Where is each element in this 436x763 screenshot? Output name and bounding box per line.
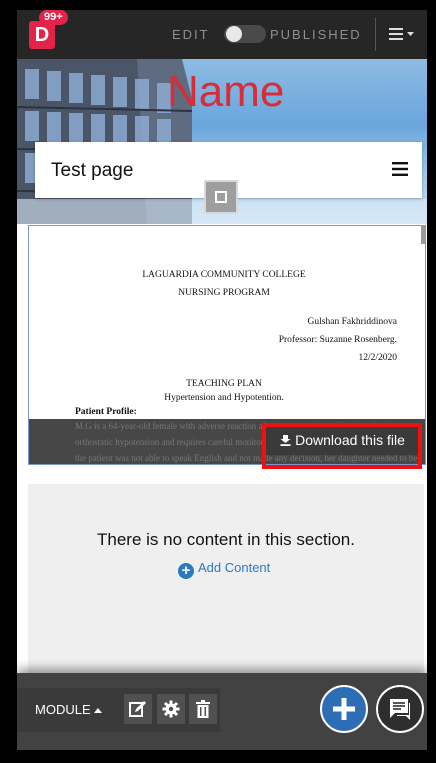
doc-subheading: Hypertension and Hypotention. (164, 393, 284, 403)
caret-up-icon (94, 708, 103, 713)
module-controls: MODULE (17, 688, 220, 732)
document-scrollbar[interactable] (421, 226, 425, 244)
module-settings-button[interactable] (157, 694, 185, 724)
doc-date: 12/2/2020 (358, 353, 397, 363)
doc-author: Gulshan Fakhriddinova (307, 317, 397, 327)
move-section-handle[interactable] (204, 180, 238, 214)
plus-circle-icon: + (178, 563, 194, 579)
main-menu-button[interactable] (387, 24, 417, 44)
top-bar: D 99+ EDIT PUBLISHED (17, 10, 427, 59)
app-screen: D 99+ EDIT PUBLISHED Name Test page LAGU… (17, 10, 427, 750)
edit-icon (129, 701, 146, 717)
drag-icon (215, 191, 227, 203)
empty-section-message: There is no content in this section. (97, 530, 355, 549)
chat-button[interactable] (376, 685, 424, 733)
toggle-knob (226, 26, 242, 42)
notification-badge[interactable]: 99+ (39, 10, 68, 25)
app-logo[interactable]: D (29, 21, 55, 49)
download-highlight-box (262, 423, 422, 469)
page-menu-icon[interactable] (392, 162, 408, 181)
doc-program: NURSING PROGRAM (178, 288, 270, 298)
module-label: MODULE (35, 702, 91, 717)
delete-module-button[interactable] (189, 694, 217, 724)
plus-icon (333, 698, 355, 720)
published-mode-label: PUBLISHED (270, 27, 362, 42)
module-dropdown-button[interactable]: MODULE (35, 702, 103, 717)
doc-heading: TEACHING PLAN (186, 379, 262, 389)
doc-professor: Professor: Suzanne Rosenberg. (278, 335, 397, 345)
device-frame: D 99+ EDIT PUBLISHED Name Test page LAGU… (0, 0, 436, 763)
gear-icon (162, 700, 180, 718)
add-content-label: Add Content (198, 560, 271, 575)
doc-profile-label: Patient Profile: (75, 407, 137, 417)
bottom-toolbar: MODULE (17, 673, 427, 750)
edit-published-toggle[interactable] (224, 25, 266, 43)
edit-module-button[interactable] (124, 694, 152, 724)
page-title: Test page (51, 160, 134, 181)
hamburger-dropdown-icon (389, 28, 414, 40)
topbar-divider (375, 18, 376, 51)
add-content-link[interactable]: + Add Content (178, 560, 270, 579)
add-section-button[interactable] (320, 685, 368, 733)
doc-college: LAGUARDIA COMMUNITY COLLEGE (142, 270, 306, 280)
trash-icon (196, 700, 210, 718)
edit-mode-label: EDIT (172, 27, 210, 42)
site-name-heading: Name (167, 67, 285, 116)
chat-icon (390, 699, 410, 720)
